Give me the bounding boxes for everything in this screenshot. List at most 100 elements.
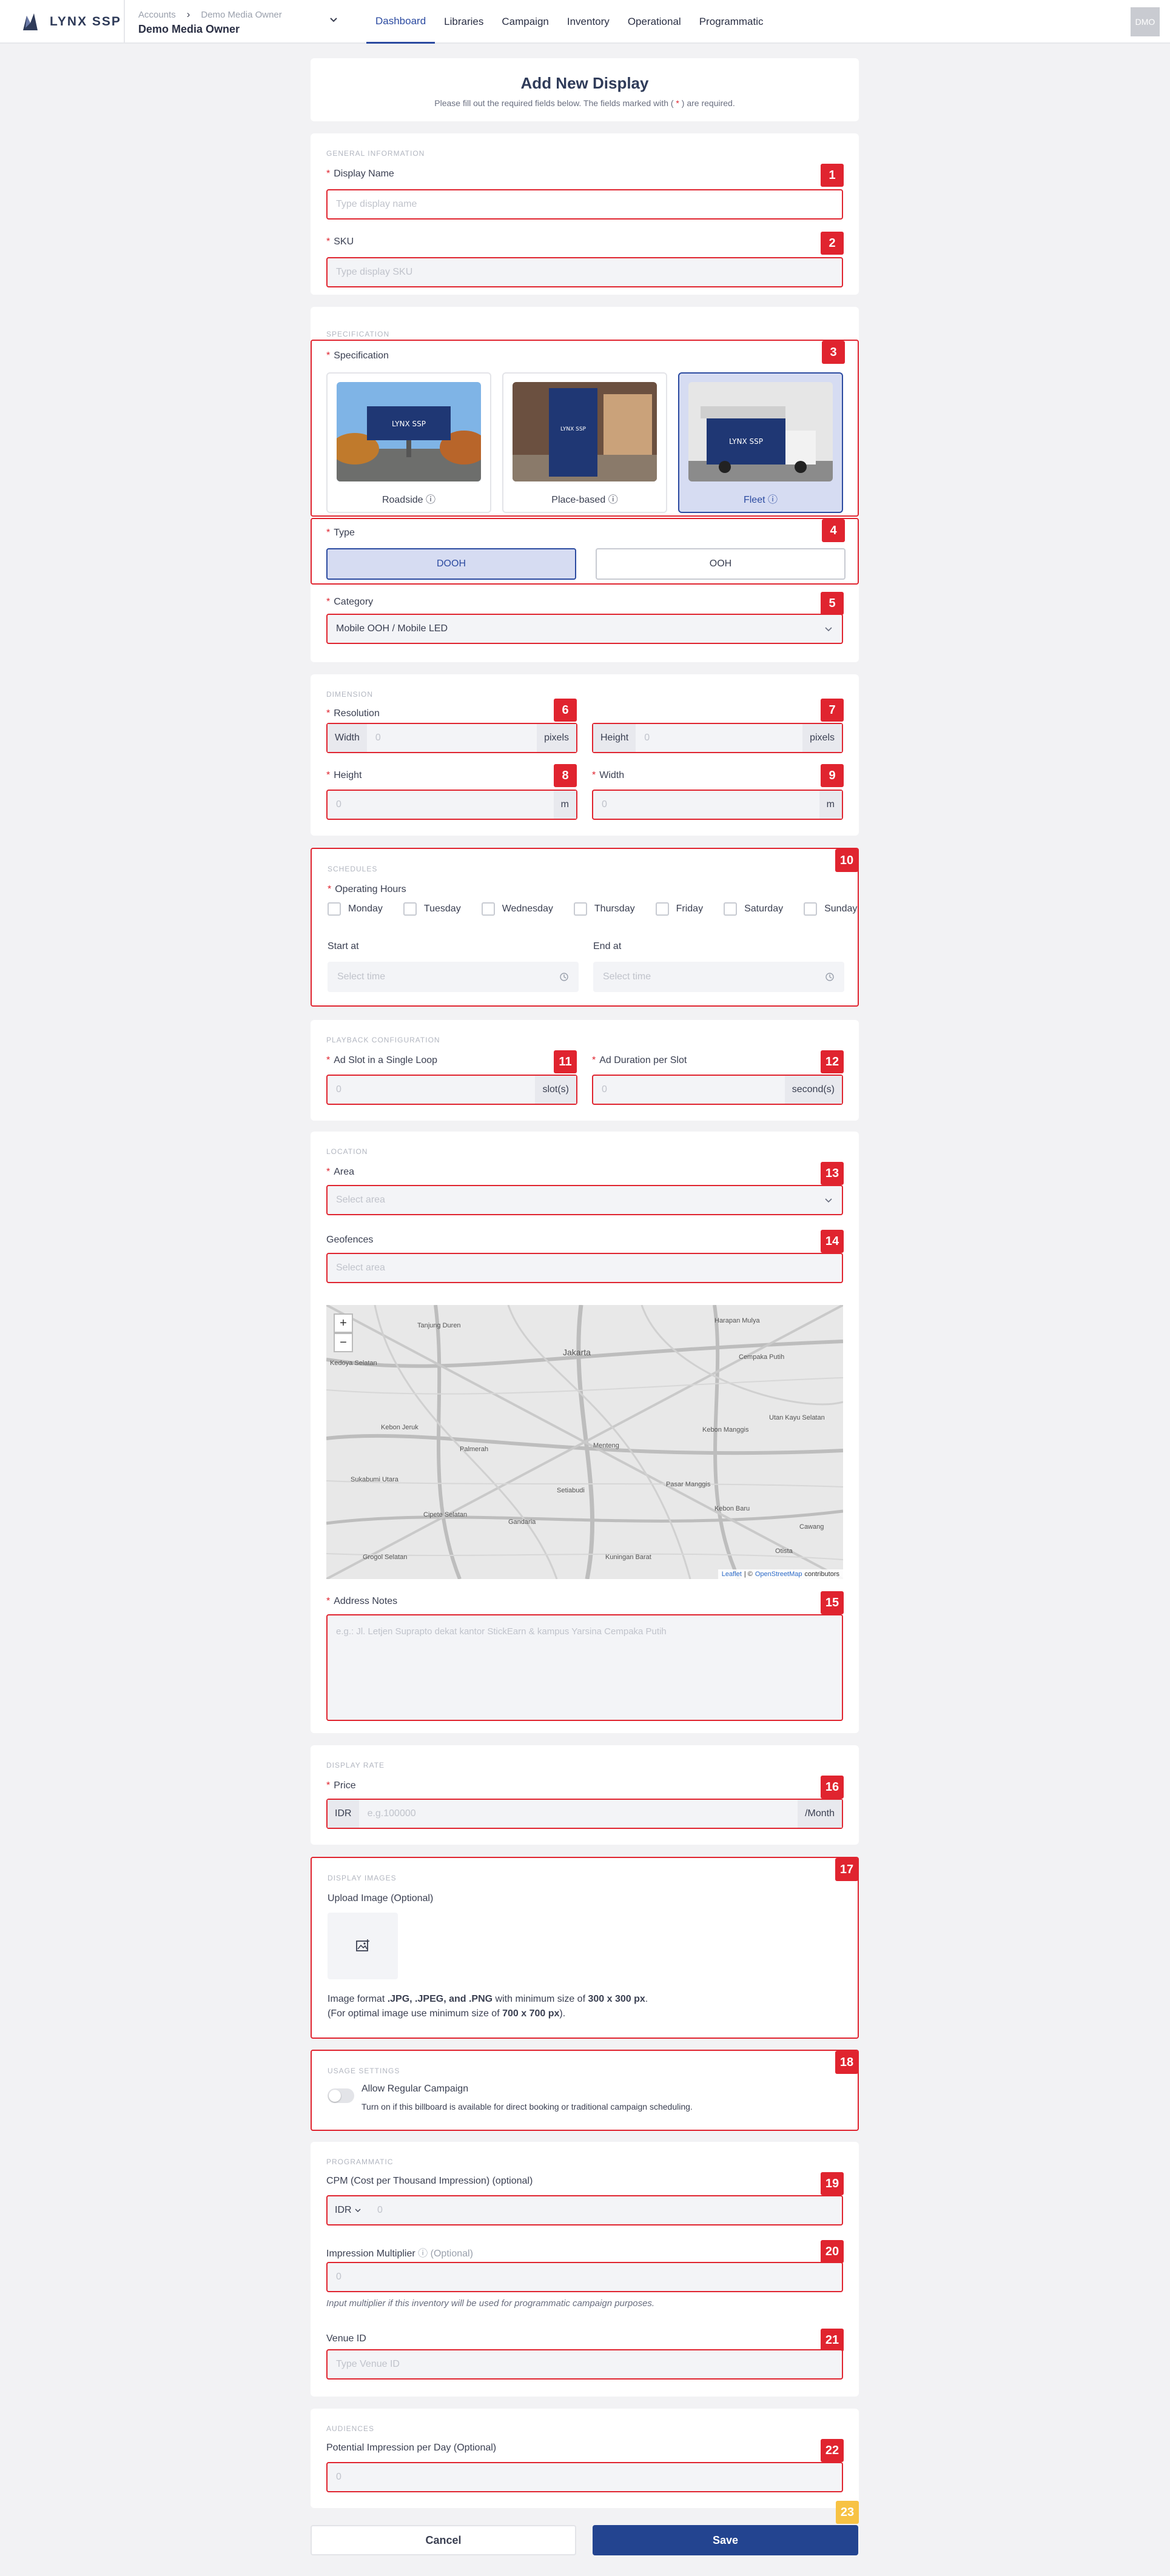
cancel-button[interactable]: Cancel	[311, 2525, 576, 2555]
type-dooh-button[interactable]: DOOH	[326, 548, 576, 580]
map-place: Cipete Selatan	[423, 1511, 468, 1518]
osm-link[interactable]: OpenStreetMap	[755, 1571, 802, 1578]
marker-5: 5	[821, 592, 844, 615]
width-input[interactable]: 0 m	[592, 790, 843, 820]
day-saturday[interactable]: Saturday	[724, 902, 783, 916]
section-title: DISPLAY RATE	[326, 1761, 385, 1769]
price-label: * Price	[326, 1780, 356, 1791]
multiplier-input[interactable]: 0	[326, 2262, 843, 2292]
sku-input[interactable]: Type display SKU	[326, 257, 843, 287]
chevron-down-icon	[825, 1198, 832, 1203]
upload-image-button[interactable]	[328, 1913, 398, 1979]
section-title: GENERAL INFORMATION	[326, 149, 425, 158]
nav-programmatic[interactable]: Programmatic	[690, 0, 773, 44]
checkbox	[655, 902, 669, 916]
map-place: Kuningan Barat	[605, 1554, 651, 1561]
display-rate-card: DISPLAY RATE * Price 16 IDR e.g.100000 /M…	[311, 1745, 859, 1845]
page-subtitle: Please fill out the required fields belo…	[434, 98, 735, 108]
spec-option-fleet[interactable]: LYNX SSP Fleet ⓘ	[678, 372, 843, 513]
zoom-out-button[interactable]: −	[334, 1333, 353, 1352]
breadcrumb-root[interactable]: Accounts	[138, 10, 176, 20]
spec-option-roadside[interactable]: LYNX SSP Roadside ⓘ	[326, 372, 491, 513]
map-place: Kebon Baru	[714, 1505, 750, 1512]
marker-4: 4	[822, 519, 845, 542]
start-time-input[interactable]: Select time	[328, 962, 579, 992]
day-sunday[interactable]: Sunday	[804, 902, 857, 916]
leaflet-link[interactable]: Leaflet	[722, 1571, 742, 1578]
marker-13: 13	[821, 1162, 844, 1185]
cpm-input[interactable]: IDR 0	[326, 2195, 843, 2225]
brand-logo[interactable]: LYNX SSP	[18, 10, 140, 34]
nav-inventory[interactable]: Inventory	[558, 0, 619, 44]
nav-operational[interactable]: Operational	[619, 0, 690, 44]
marker-3: 3	[822, 341, 845, 364]
ad-duration-label: * Ad Duration per Slot	[592, 1055, 687, 1065]
allow-regular-campaign-desc: Turn on if this billboard is available f…	[361, 2102, 693, 2111]
address-notes-label: * Address Notes	[326, 1596, 398, 1606]
dimension-card: DIMENSION * Resolution 6 7 Width 0 pixels…	[311, 674, 859, 836]
day-friday[interactable]: Friday	[655, 902, 703, 916]
geofences-select[interactable]: Select area	[326, 1253, 843, 1283]
section-title: DISPLAY IMAGES	[328, 1874, 397, 1882]
map-place: Harapan Mulya	[714, 1317, 760, 1324]
account-switcher[interactable]: Accounts › Demo Media Owner Demo Media O…	[138, 8, 345, 36]
marker-21: 21	[821, 2329, 844, 2352]
map-place: Palmerah	[460, 1446, 489, 1453]
nav-dashboard[interactable]: Dashboard	[366, 0, 435, 44]
potential-impression-label: Potential Impression per Day (Optional)	[326, 2443, 497, 2453]
marker-16: 16	[821, 1776, 844, 1799]
category-select[interactable]: Mobile OOH / Mobile LED	[326, 614, 843, 644]
currency-select[interactable]: IDR	[328, 2196, 369, 2224]
allow-regular-campaign-label: Allow Regular Campaign	[361, 2084, 469, 2094]
section-title: SCHEDULES	[328, 865, 378, 873]
display-name-label: * Display Name	[326, 169, 394, 179]
ad-slot-input[interactable]: 0 slot(s)	[326, 1075, 577, 1105]
nav-campaign[interactable]: Campaign	[493, 0, 558, 44]
user-avatar[interactable]: DMO	[1131, 7, 1160, 36]
specification-card: SPECIFICATION 3 * Specification LYNX SSP …	[311, 307, 859, 662]
potential-impression-input[interactable]: 0	[326, 2462, 843, 2492]
spec-option-place-based[interactable]: LYNX SSP Place-based ⓘ	[502, 372, 667, 513]
spec-option-label: Place-based ⓘ	[551, 495, 618, 505]
clock-icon	[825, 973, 834, 981]
resolution-width-input[interactable]: Width 0 pixels	[326, 723, 577, 753]
title-card: Add New Display Please fill out the requ…	[311, 58, 859, 121]
area-label: * Area	[326, 1167, 355, 1177]
audiences-card: AUDIENCES Potential Impression per Day (…	[311, 2409, 859, 2508]
checkbox	[328, 902, 341, 916]
marker-10: 10	[835, 849, 858, 872]
category-label: * Category	[326, 597, 374, 607]
location-map[interactable]: Tanjung Duren Jakarta Harapan Mulya Kedo…	[326, 1305, 843, 1579]
area-select[interactable]: Select area	[326, 1185, 843, 1215]
svg-text:LYNX SSP: LYNX SSP	[729, 437, 763, 446]
checkbox	[804, 902, 818, 916]
nav-libraries[interactable]: Libraries	[435, 0, 493, 44]
start-label: Start at	[328, 941, 359, 951]
display-name-input[interactable]: Type display name	[326, 189, 843, 220]
ad-duration-input[interactable]: 0 second(s)	[592, 1075, 843, 1105]
height-input[interactable]: 0 m	[326, 790, 577, 820]
divider	[124, 0, 125, 44]
chevron-down-icon	[355, 2209, 361, 2212]
end-time-input[interactable]: Select time	[593, 962, 844, 992]
chevron-down-icon	[825, 627, 832, 632]
upload-image-label: Upload Image (Optional)	[328, 1893, 434, 1903]
address-notes-textarea[interactable]: e.g.: Jl. Letjen Suprapto dekat kantor S…	[326, 1614, 843, 1721]
image-optimal-note: (For optimal image use minimum size of 7…	[328, 2008, 566, 2019]
resolution-height-input[interactable]: Height 0 pixels	[592, 723, 843, 753]
type-ooh-button[interactable]: OOH	[596, 548, 846, 580]
section-title: PLAYBACK CONFIGURATION	[326, 1036, 440, 1044]
map-place: Setiabudi	[557, 1487, 585, 1494]
day-tuesday[interactable]: Tuesday	[403, 902, 461, 916]
venue-id-input[interactable]: Type Venue ID	[326, 2349, 843, 2380]
breadcrumb: Accounts › Demo Media Owner	[138, 8, 345, 21]
save-button[interactable]: Save	[593, 2525, 858, 2555]
day-wednesday[interactable]: Wednesday	[481, 902, 553, 916]
general-information-card: GENERAL INFORMATION * Display Name 1 Type…	[311, 133, 859, 295]
day-monday[interactable]: Monday	[328, 902, 383, 916]
day-thursday[interactable]: Thursday	[573, 902, 635, 916]
chevron-down-icon[interactable]	[328, 14, 339, 25]
price-input[interactable]: IDR e.g.100000 /Month	[326, 1799, 843, 1829]
zoom-in-button[interactable]: +	[334, 1313, 353, 1333]
allow-regular-campaign-toggle[interactable]	[328, 2088, 354, 2103]
